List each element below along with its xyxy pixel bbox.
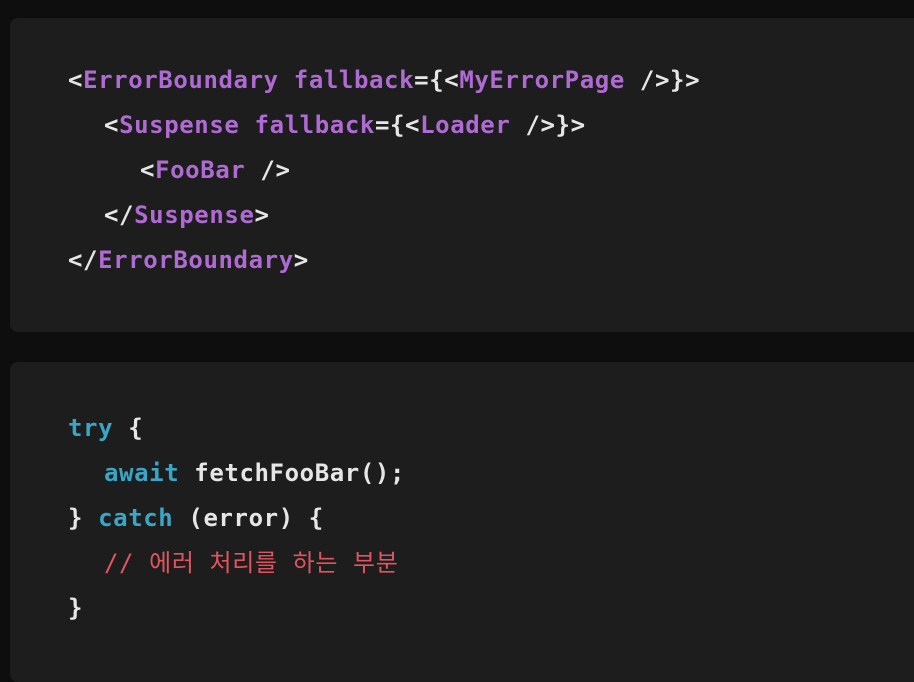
code-token-tag: Suspense [119,111,240,139]
code-line: } catch (error) { [68,496,324,541]
code-token-kw: catch [98,504,174,532]
code-line: <FooBar /> [140,148,291,193]
code-token-plain: } [68,504,99,532]
code-token-punct: />}> [510,111,586,139]
code-token-kw: await [104,459,180,487]
code-token-tag: Loader [420,111,511,139]
code-token-punct: </ [68,246,99,274]
code-line: try { [68,406,143,451]
code-token-punct: < [104,111,120,139]
code-token-tag: ErrorBoundary [98,246,294,274]
code-token-tag: ErrorBoundary [83,66,279,94]
code-line: } [68,586,83,631]
code-token-punct: < [140,156,156,184]
code-token-comment: // 에러 처리를 하는 부분 [104,549,399,577]
code-token-tag: MyErrorPage [459,66,625,94]
code-token-plain: { [113,414,144,442]
code-token-kw: try [68,414,114,442]
code-token-punct: />}> [624,66,701,94]
code-line: // 에러 처리를 하는 부분 [104,541,398,586]
code-token-plain: fetchFooBar(); [179,459,405,487]
code-token-punct: /> [245,156,291,184]
code-line: </Suspense> [104,193,270,238]
code-token-punct: </ [104,201,135,229]
code-token-attr: fallback [293,66,415,94]
code-panel-jsx: <ErrorBoundary fallback={<MyErrorPage />… [10,18,914,332]
code-panel-try-catch: try {await fetchFooBar();} catch (error)… [10,362,914,682]
code-token-punct: < [68,66,84,94]
code-token-punct: ={< [374,111,421,139]
code-line: <ErrorBoundary fallback={<MyErrorPage />… [68,58,700,103]
code-token-plain: } [68,594,84,622]
code-token-punct: > [254,201,270,229]
code-token-punct: > [293,246,309,274]
code-token-plain: (error) { [173,504,324,532]
code-token-tag: FooBar [155,156,246,184]
code-line: <Suspense fallback={<Loader />}> [104,103,586,148]
code-line: await fetchFooBar(); [104,451,405,496]
code-token-punct: ={< [414,66,460,94]
code-token-attr: fallback [254,111,375,139]
code-token-tag: Suspense [134,201,255,229]
code-line: </ErrorBoundary> [68,238,309,283]
